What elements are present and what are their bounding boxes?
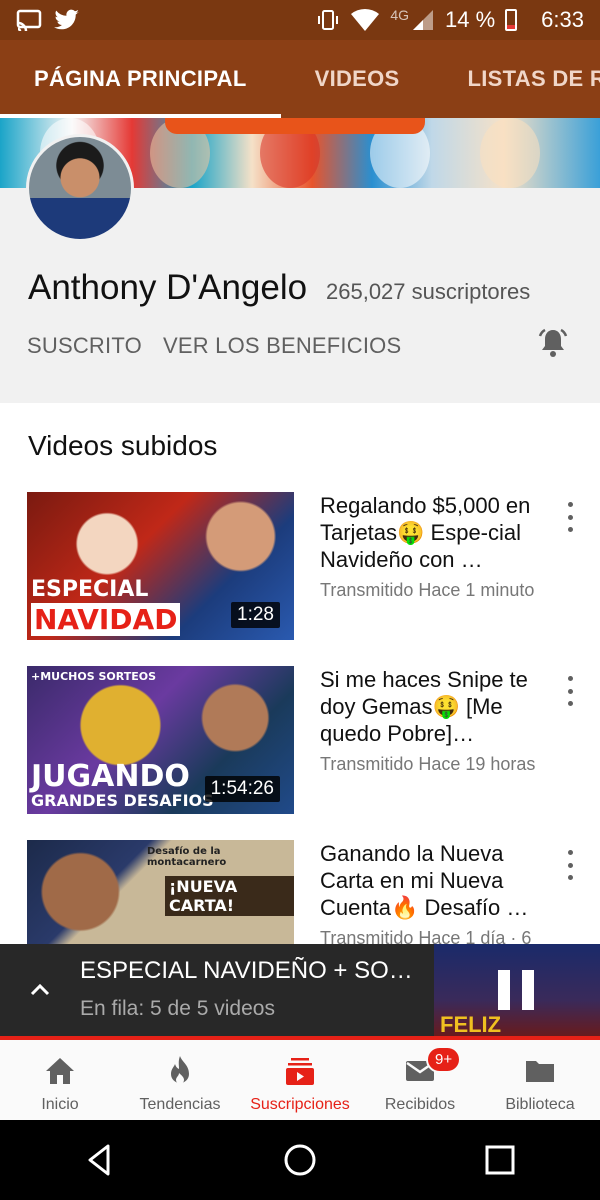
video-meta: Transmitido Hace 19 horas (320, 754, 536, 774)
video-thumbnail[interactable]: +MUCHOS SORTEOS JUGANDO GRANDES DESAFIOS… (27, 666, 294, 814)
network-type: 4G (390, 7, 410, 23)
thumb-text: JUGANDO (31, 759, 190, 794)
bottom-nav: Inicio Tendencias Suscripciones 9+ Recib… (0, 1040, 600, 1120)
video-thumbnail[interactable]: ESPECIAL NAVIDAD 1:28 (27, 492, 294, 640)
fire-icon (171, 1056, 189, 1084)
tab-home[interactable]: PÁGINA PRINCIPAL (0, 40, 281, 118)
banner-logo (165, 118, 425, 134)
thumb-text: GRANDES DESAFIOS (31, 791, 214, 810)
chevron-up-icon[interactable] (26, 976, 54, 1004)
video-title[interactable]: Ganando la Nueva Carta en mi Nueva Cuent… (320, 840, 550, 921)
home-circle-icon[interactable] (280, 1140, 320, 1180)
video-duration: 1:54:26 (204, 776, 280, 802)
subscriber-count: 265,027 suscriptores (326, 279, 531, 304)
video-item[interactable]: +MUCHOS SORTEOS JUGANDO GRANDES DESAFIOS… (0, 666, 600, 814)
pause-icon[interactable] (498, 970, 534, 1010)
nav-label: Biblioteca (505, 1096, 575, 1113)
cast-icon (16, 9, 42, 31)
tab-playlists[interactable]: LISTAS DE REPRODUCCIÓN (434, 40, 600, 118)
signal-icon (413, 10, 434, 30)
section-title: Videos subidos (28, 430, 218, 461)
thumb-text: ESPECIAL (31, 577, 149, 602)
video-title[interactable]: Regalando $5,000 en Tarjetas🤑 Espe-cial … (320, 492, 550, 573)
more-options-icon[interactable] (562, 676, 578, 706)
nav-item-suscripciones[interactable]: Suscripciones (240, 1040, 360, 1120)
subscribed-button[interactable]: SUSCRITO (27, 333, 142, 359)
video-duration: 1:28 (231, 602, 280, 628)
twitter-icon (54, 9, 79, 30)
battery-icon (505, 9, 518, 31)
vibrate-icon (318, 10, 339, 30)
nav-item-tendencias[interactable]: Tendencias (120, 1040, 240, 1120)
nav-item-biblioteca[interactable]: Biblioteca (480, 1040, 600, 1120)
more-options-icon[interactable] (562, 502, 578, 532)
back-icon[interactable] (80, 1140, 120, 1180)
mini-player-queue: En fila: 5 de 5 videos (80, 997, 275, 1020)
video-meta: Transmitido Hace 1 minuto (320, 580, 535, 600)
nav-label: Inicio (41, 1096, 79, 1113)
video-title[interactable]: Si me haces Snipe te doy Gemas🤑 [Me qued… (320, 666, 550, 747)
nav-label: Tendencias (139, 1096, 221, 1113)
clock: 6:33 (541, 7, 584, 32)
tab-videos[interactable]: VIDEOS (281, 40, 434, 118)
nav-label: Suscripciones (250, 1096, 350, 1113)
mini-player-title[interactable]: ESPECIAL NAVIDEÑO + SO… (80, 957, 425, 985)
notification-badge: 9+ (426, 1046, 462, 1073)
system-nav-bar (0, 1120, 600, 1200)
channel-name: Anthony D'Angelo (28, 268, 308, 307)
thumb-text: NAVIDAD (31, 603, 181, 636)
home-icon (46, 1058, 74, 1084)
subscriptions-icon (286, 1058, 314, 1085)
video-item[interactable]: ESPECIAL NAVIDAD 1:28 Regalando $5,000 e… (0, 492, 600, 640)
battery-percent: 14 % (445, 7, 496, 32)
recents-icon[interactable] (480, 1140, 520, 1180)
channel-tabs: PÁGINA PRINCIPAL VIDEOS LISTAS DE REPROD… (0, 40, 600, 118)
nav-item-inicio[interactable]: Inicio (0, 1040, 120, 1120)
thumb-text: ¡NUEVA CARTA! (165, 876, 294, 916)
nav-label: Recibidos (384, 1096, 456, 1113)
notification-bell-icon[interactable] (536, 326, 570, 360)
wifi-icon (351, 8, 380, 32)
benefits-button[interactable]: VER LOS BENEFICIOS (163, 333, 401, 359)
more-options-icon[interactable] (562, 850, 578, 880)
nav-item-recibidos[interactable]: 9+ Recibidos (360, 1040, 480, 1120)
status-bar: 4G 14 % 6:33 (0, 0, 600, 40)
folder-icon (526, 1061, 554, 1082)
avatar[interactable] (26, 134, 134, 242)
